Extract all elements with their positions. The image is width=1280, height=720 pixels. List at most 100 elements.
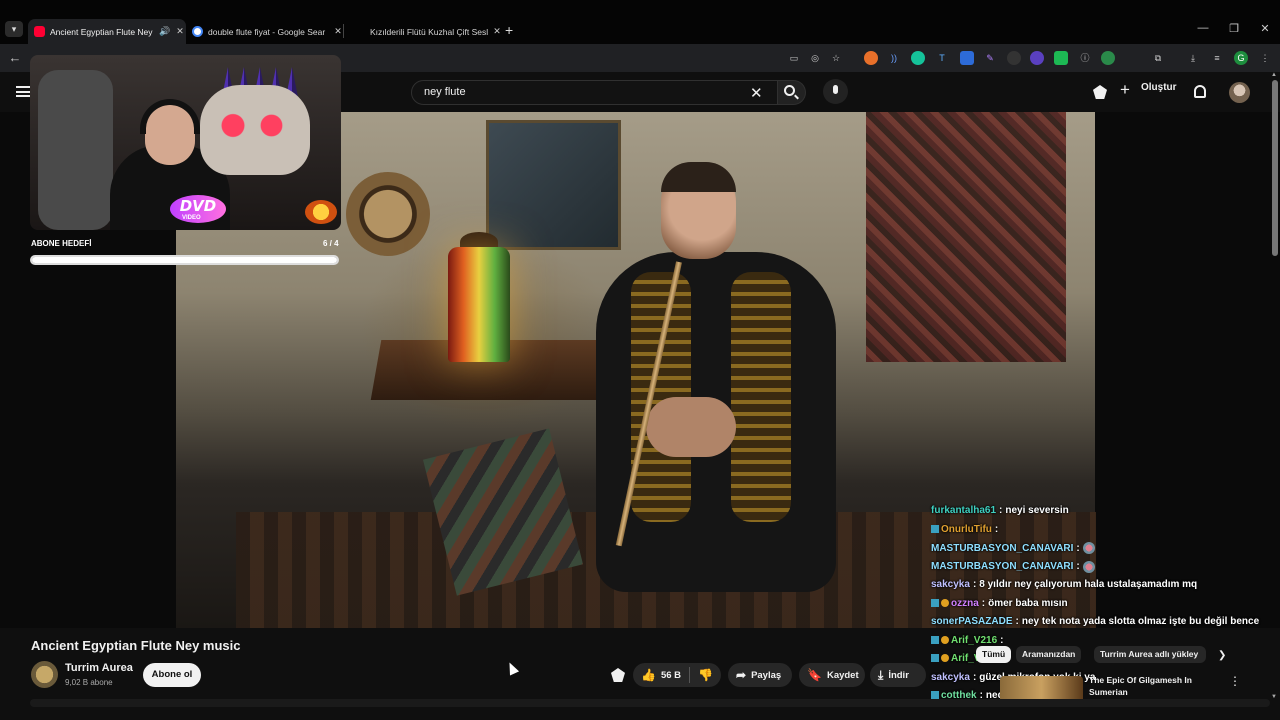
chat-text: ney tek nota yada slotta olmaz işte bu d…: [1021, 616, 1260, 627]
search-query[interactable]: ney flute: [424, 86, 466, 98]
close-tab-icon[interactable]: ✕: [491, 26, 503, 37]
plus-icon[interactable]: +: [1120, 80, 1130, 100]
create-button[interactable]: Oluştur: [1141, 82, 1177, 93]
subscriber-goal-count: 6 / 4: [323, 239, 339, 248]
tab-title: double flute fiyat - Google Sear: [208, 26, 326, 37]
chat-separator: :: [1076, 561, 1080, 573]
subscriber-badge-icon: [941, 598, 949, 607]
notifications-bell-icon[interactable]: [1194, 85, 1206, 98]
chip-all[interactable]: Tümü: [976, 646, 1012, 663]
share-arrow-icon: ➦: [736, 668, 747, 682]
headset-icon: [140, 99, 200, 134]
tab-google-search[interactable]: double flute fiyat - Google Sear ✕: [186, 19, 344, 44]
extension-purple-icon[interactable]: [1030, 51, 1044, 65]
extensions-puzzle-icon[interactable]: ⧉: [1151, 51, 1165, 65]
chat-separator: :: [999, 505, 1003, 516]
speaker-icon[interactable]: 🔊: [159, 26, 171, 37]
extension-wave-icon[interactable]: )): [887, 51, 901, 65]
scroll-down-arrow-icon[interactable]: ▼: [1271, 694, 1277, 700]
microphone-icon[interactable]: [833, 85, 838, 94]
bookmark-star-icon[interactable]: ☆: [829, 51, 843, 65]
tab-search-button[interactable]: ▾: [5, 21, 23, 37]
chat-text: ömer baba mısın: [988, 597, 1068, 609]
chat-message: MASTURBASYON_CANAVARI:: [931, 542, 1095, 554]
subscribe-button[interactable]: Abone ol: [143, 663, 201, 687]
chat-username: sakcyka: [931, 671, 970, 683]
like-count[interactable]: 56 B: [661, 670, 681, 681]
wall-plate: [346, 172, 430, 256]
chat-message: ozzna: ömer baba mısın: [931, 598, 1068, 609]
google-favicon-icon: [192, 26, 203, 37]
save-button[interactable]: 🔖 Kaydet: [799, 663, 865, 687]
ask-ai-icon[interactable]: [611, 668, 625, 682]
chip-channel-uploads[interactable]: Turrim Aurea adlı yükley: [1094, 646, 1206, 663]
channel-name[interactable]: Turrim Aurea: [65, 662, 133, 674]
chat-username: ozzna: [951, 597, 979, 609]
search-input[interactable]: [411, 80, 778, 105]
pen-icon[interactable]: ✎: [983, 51, 997, 65]
chat-username: sonerPASAZADE: [931, 616, 1013, 627]
chat-separator: :: [994, 523, 999, 535]
maximize-icon[interactable]: ❐: [1226, 22, 1242, 35]
like-dislike-group: 👍 56 B 👎: [633, 663, 721, 687]
scroll-up-arrow-icon[interactable]: ▲: [1271, 72, 1277, 78]
close-window-icon[interactable]: ✕: [1257, 22, 1273, 35]
moderator-badge-icon: [931, 635, 939, 644]
tab-youtube[interactable]: Ancient Egyptian Flute Ney 🔊 ✕: [28, 19, 186, 44]
share-button[interactable]: ➦ Paylaş: [728, 663, 792, 687]
search-icon[interactable]: [784, 85, 795, 96]
tab-divider: [343, 24, 344, 38]
chevron-right-icon[interactable]: ❯: [1218, 650, 1226, 661]
chat-message: Arif_V216:: [931, 635, 1006, 646]
streamer-webcam: DVD VIDEO: [30, 55, 341, 230]
channel-avatar[interactable]: [31, 661, 58, 688]
video-title: Ancient Egyptian Flute Ney music: [31, 638, 241, 653]
subscriber-goal-bar: [30, 255, 339, 265]
performer-hair: [661, 162, 736, 192]
chat-username: MASTURBASYON_CANAVARI: [931, 561, 1074, 573]
profile-icon[interactable]: G: [1234, 51, 1248, 65]
more-options-icon[interactable]: ⋮: [1229, 674, 1241, 688]
new-tab-button[interactable]: +: [505, 22, 513, 38]
chip-from-search[interactable]: Aramanızdan: [1016, 646, 1082, 663]
extension-blue-icon[interactable]: [960, 51, 974, 65]
tapestry: [866, 112, 1066, 362]
hamburger-menu-icon[interactable]: [16, 86, 30, 97]
eye-off-icon[interactable]: ◎: [808, 51, 822, 65]
download-icon[interactable]: ⤓: [1186, 51, 1200, 65]
chat-username: Arif_V216: [951, 634, 998, 646]
grammarly-icon[interactable]: [911, 51, 925, 65]
extension-dark-icon[interactable]: [1007, 51, 1021, 65]
download-button[interactable]: ⤓ İndir: [870, 663, 926, 687]
extension-green-icon[interactable]: [1054, 51, 1068, 65]
tab-flute-page[interactable]: Kızılderili Flütü Kuzhal Çift Sesli ✕: [345, 19, 503, 44]
moderator-badge-icon: [931, 598, 939, 607]
page-scrollbar[interactable]: [1272, 80, 1278, 256]
translate-icon[interactable]: T: [935, 51, 949, 65]
share-label: Paylaş: [751, 669, 782, 681]
minimize-icon[interactable]: —: [1195, 22, 1211, 34]
youtube-favicon-icon: [34, 26, 45, 37]
recommended-video-title[interactable]: The Epic Of Gilgamesh In Sumerian: [1089, 674, 1214, 698]
extension-orange-icon[interactable]: [864, 51, 878, 65]
chat-separator: :: [1076, 542, 1080, 554]
kebab-menu-icon[interactable]: ⋮: [1258, 51, 1272, 65]
back-arrow-icon[interactable]: ←: [8, 51, 22, 65]
description-box-edge: [30, 699, 1270, 707]
install-app-icon[interactable]: ▭: [787, 51, 801, 65]
subscriber-badge-icon: [941, 654, 949, 663]
embroidered-vest-right: [731, 272, 791, 522]
chat-separator: :: [1000, 634, 1004, 646]
thumbs-down-icon[interactable]: 👎: [698, 668, 713, 682]
media-control-icon[interactable]: ≡: [1210, 51, 1224, 65]
close-tab-icon[interactable]: ✕: [174, 26, 186, 37]
account-avatar[interactable]: [1229, 82, 1250, 103]
thumbs-up-icon[interactable]: 👍: [641, 668, 656, 682]
download-icon: ⤓: [878, 667, 884, 682]
info-icon[interactable]: ⓘ: [1078, 51, 1092, 65]
clear-search-icon[interactable]: ✕: [750, 84, 763, 102]
lantern: [448, 247, 510, 362]
extension-green2-icon[interactable]: [1101, 51, 1115, 65]
performer-hands: [646, 397, 736, 457]
tab-title: Kızılderili Flütü Kuzhal Çift Sesli: [370, 26, 488, 37]
